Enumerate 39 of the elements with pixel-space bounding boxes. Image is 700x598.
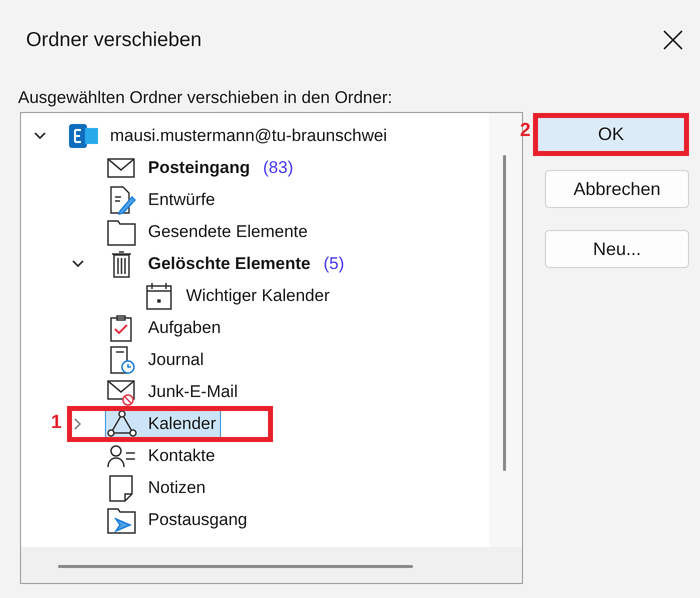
folder-name: Journal xyxy=(148,350,204,370)
folder-item[interactable]: Journal xyxy=(105,345,209,375)
folder-name: Gelöschte Elemente xyxy=(148,254,311,274)
folder-item[interactable]: Notizen xyxy=(105,473,211,503)
folder-item[interactable]: Posteingang xyxy=(105,153,256,183)
folder-item[interactable]: Entwürfe xyxy=(105,185,220,215)
folder-item[interactable]: mausi.mustermann@tu-braunschwei xyxy=(67,121,392,151)
folder-item[interactable]: Gelöschte Elemente xyxy=(105,249,316,279)
dialog-button[interactable]: OK xyxy=(538,118,684,151)
prompt-label: Ausgewählten Ordner verschieben in den Ordner: xyxy=(18,88,394,108)
unread-count: (5) xyxy=(324,254,344,274)
scrollbar-thumb[interactable] xyxy=(503,155,506,471)
folder-name: Gesendete Elemente xyxy=(148,222,308,242)
folder-item[interactable]: Junk-E-Mail xyxy=(105,377,243,407)
exchange-logo-icon xyxy=(68,121,100,151)
folder-name: Junk-E-Mail xyxy=(148,382,238,402)
window-title: Ordner verschieben xyxy=(26,28,202,52)
connected-circles-icon xyxy=(106,409,138,439)
folder-name: Aufgaben xyxy=(148,318,221,338)
folder-name: Wichtiger Kalender xyxy=(186,286,330,306)
folder-item[interactable]: Wichtiger Kalender xyxy=(143,281,335,311)
step-number: 2 xyxy=(520,120,531,142)
folder-name: Entwürfe xyxy=(148,190,216,210)
folder-name: Kontakte xyxy=(148,446,216,466)
close-icon[interactable] xyxy=(662,29,684,51)
dialog-button[interactable]: Abbrechen xyxy=(545,170,689,208)
folder-item[interactable]: Postausgang xyxy=(105,505,252,535)
folder-name: Kalender xyxy=(148,414,216,434)
folder-item[interactable]: Kontakte xyxy=(105,441,220,471)
folder-item[interactable]: Aufgaben xyxy=(105,313,226,343)
dialog-button[interactable]: Neu... xyxy=(545,230,689,268)
unread-count: (83) xyxy=(263,158,294,178)
folder-item[interactable]: Gesendete Elemente xyxy=(105,217,313,247)
step-number: 1 xyxy=(51,412,62,434)
folder-name: Posteingang xyxy=(148,158,250,178)
scrollbar-thumb[interactable] xyxy=(58,565,413,568)
folder-name: mausi.mustermann@tu-braunschwei xyxy=(110,126,388,146)
folder-name: Postausgang xyxy=(148,510,248,530)
folder-name: Notizen xyxy=(148,478,206,498)
